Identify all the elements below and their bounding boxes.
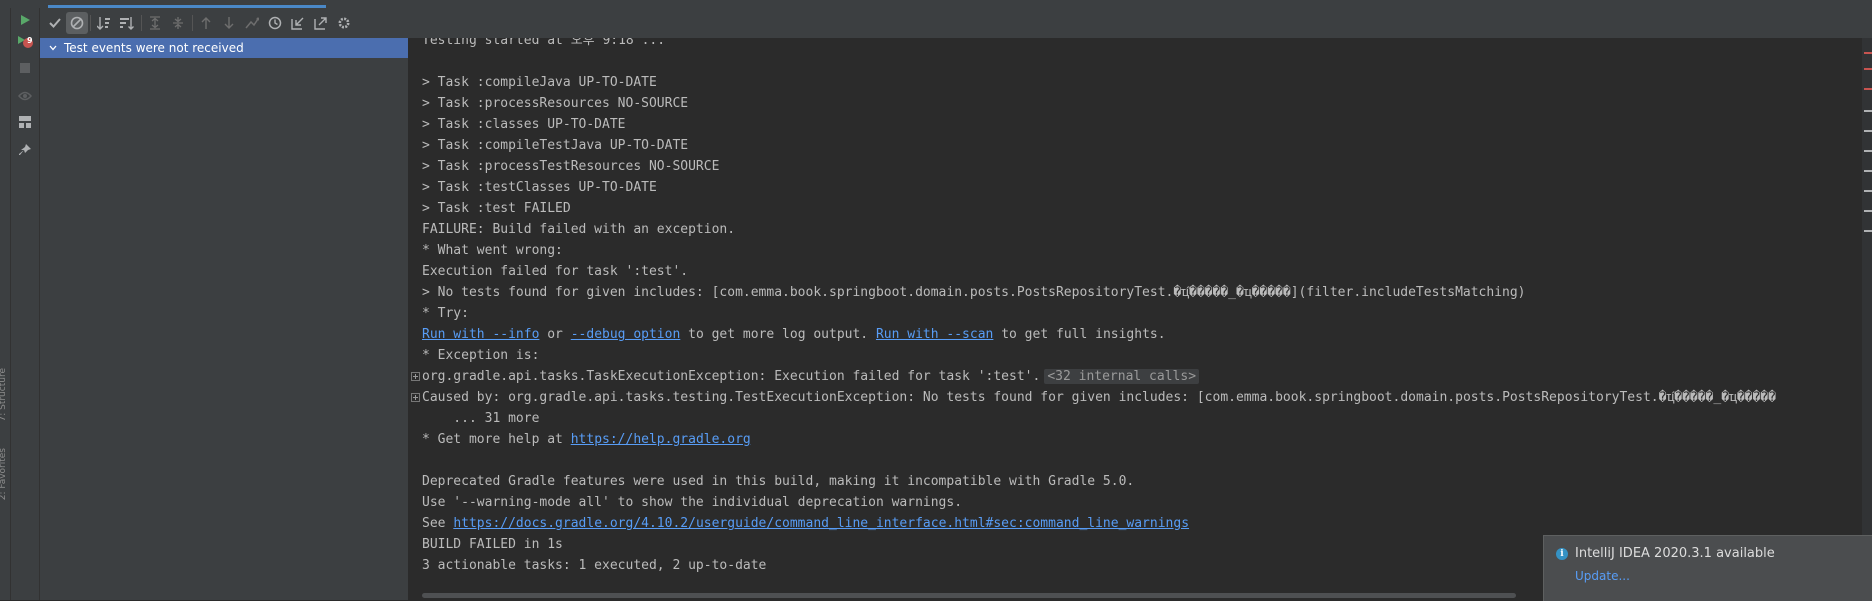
console-text: > Task :processResources NO-SOURCE [422, 96, 689, 111]
console-line: ... 31 more [422, 408, 539, 429]
console-text: * Get more help at [422, 432, 571, 447]
show-ignored-icon[interactable] [66, 12, 88, 34]
rerun-icon[interactable] [15, 10, 35, 30]
console-text: FAILURE: Build failed with an exception. [422, 222, 736, 237]
rerun-failed-icon[interactable]: 9 [15, 32, 35, 52]
update-link[interactable]: Update... [1575, 569, 1630, 583]
console-text: See [422, 516, 454, 531]
console-text: > Task :processTestResources NO-SOURCE [422, 159, 720, 174]
layout-icon[interactable] [15, 112, 35, 132]
sort-alphabetically-icon[interactable] [93, 12, 115, 34]
console-text: * What went wrong: [422, 243, 563, 258]
import-tests-icon[interactable] [241, 12, 263, 34]
next-failed-icon[interactable] [218, 12, 240, 34]
tree-root-node[interactable]: Test events were not received [40, 38, 408, 58]
console-text: or [539, 327, 571, 342]
console-text: org.gradle.api.tasks.TaskExecutionExcept… [422, 369, 1041, 384]
fold-expand-icon[interactable] [411, 393, 420, 402]
sort-by-duration-icon[interactable] [116, 12, 138, 34]
console-line: See https://docs.gradle.org/4.10.2/userg… [422, 513, 1189, 534]
console-link[interactable]: --debug option [571, 327, 681, 342]
console-line: * What went wrong: [422, 240, 563, 261]
console-line: > Task :classes UP-TO-DATE [422, 114, 626, 135]
console-line: BUILD FAILED in 1s [422, 534, 563, 555]
console-line: > Task :processResources NO-SOURCE [422, 93, 688, 114]
console-line: > Task :compileJava UP-TO-DATE [422, 72, 657, 93]
stop-icon[interactable] [15, 58, 35, 78]
console-text: > No tests found for given includes: [co… [422, 285, 1526, 300]
console-line: Caused by: org.gradle.api.tasks.testing.… [411, 387, 1776, 408]
console-text: to get more log output. [680, 327, 876, 342]
console-text: BUILD FAILED in 1s [422, 537, 563, 552]
editor-tab-strip [0, 0, 1872, 8]
console-line: > No tests found for given includes: [co… [422, 282, 1526, 303]
console-text: Testing started at 오후 9:18 ... [422, 38, 666, 48]
console-text: > Task :test FAILED [422, 201, 571, 216]
update-notification[interactable]: i IntelliJ IDEA 2020.3.1 available Updat… [1543, 535, 1872, 601]
console-text: > Task :testClasses UP-TO-DATE [422, 180, 657, 195]
collapse-all-icon[interactable] [167, 12, 189, 34]
show-passed-icon[interactable] [44, 12, 66, 34]
console-link[interactable]: https://help.gradle.org [571, 432, 751, 447]
console-text: * Exception is: [422, 348, 540, 363]
console-link[interactable]: https://docs.gradle.org/4.10.2/userguide… [453, 516, 1189, 531]
console-text: to get full insights. [993, 327, 1166, 342]
console-line: * Get more help at https://help.gradle.o… [422, 429, 751, 450]
console-horizontal-scrollbar[interactable] [422, 593, 1516, 598]
console-link[interactable]: Run with --info [422, 327, 539, 342]
internal-calls-badge[interactable]: <32 internal calls> [1044, 369, 1200, 384]
console-text: Deprecated Gradle features were used in … [422, 474, 1135, 489]
console-line: Testing started at 오후 9:18 ... [422, 38, 665, 51]
console-text: > Task :compileTestJava UP-TO-DATE [422, 138, 689, 153]
console-line: Deprecated Gradle features were used in … [422, 471, 1134, 492]
settings-icon[interactable] [333, 12, 355, 34]
console-text: 3 actionable tasks: 1 executed, 2 up-to-… [422, 558, 767, 573]
console-output[interactable]: Testing started at 오후 9:18 ... > Task :co… [409, 38, 1862, 600]
left-tool-window-bar: 7: Structure 2: Favorites [0, 8, 11, 600]
console-text: > Task :compileJava UP-TO-DATE [422, 75, 657, 90]
failed-count-badge: 9 [27, 36, 33, 45]
console-line: * Exception is: [422, 345, 539, 366]
console-line: Use '--warning-mode all' to show the ind… [422, 492, 962, 513]
pin-icon[interactable] [15, 140, 35, 160]
console-text: Caused by: org.gradle.api.tasks.testing.… [422, 390, 1776, 405]
fold-expand-icon[interactable] [411, 372, 420, 381]
console-text: * Try: [422, 306, 469, 321]
error-stripe[interactable] [1862, 38, 1872, 600]
test-runner-toolbar [40, 8, 1872, 39]
info-icon: i [1556, 548, 1568, 560]
console-line: * Try: [422, 303, 469, 324]
console-line: > Task :compileTestJava UP-TO-DATE [422, 135, 688, 156]
test-results-tree: Test events were not received [40, 38, 409, 600]
run-vertical-toolbar: 9 [11, 8, 40, 600]
import-results-icon[interactable] [287, 12, 309, 34]
console-text: ... 31 more [422, 411, 540, 426]
console-text: > Task :classes UP-TO-DATE [422, 117, 626, 132]
tree-root-label: Test events were not received [64, 41, 244, 55]
test-history-icon[interactable] [264, 12, 286, 34]
console-line: > Task :processTestResources NO-SOURCE [422, 156, 719, 177]
console-line: FAILURE: Build failed with an exception. [422, 219, 735, 240]
console-link[interactable]: Run with --scan [876, 327, 993, 342]
console-line: Execution failed for task ':test'. [422, 261, 688, 282]
favorites-tool-tab[interactable]: 2: Favorites [0, 448, 8, 500]
console-text: Use '--warning-mode all' to show the ind… [422, 495, 963, 510]
eye-icon[interactable] [15, 86, 35, 106]
notification-title: IntelliJ IDEA 2020.3.1 available [1575, 546, 1775, 561]
console-line: org.gradle.api.tasks.TaskExecutionExcept… [411, 366, 1200, 387]
chevron-down-icon[interactable] [46, 45, 60, 51]
console-text: Execution failed for task ':test'. [422, 264, 689, 279]
console-line: > Task :test FAILED [422, 198, 571, 219]
previous-failed-icon[interactable] [195, 12, 217, 34]
console-line: > Task :testClasses UP-TO-DATE [422, 177, 657, 198]
console-line: Run with --info or --debug option to get… [422, 324, 1166, 345]
expand-all-icon[interactable] [144, 12, 166, 34]
export-results-icon[interactable] [310, 12, 332, 34]
structure-tool-tab[interactable]: 7: Structure [0, 368, 8, 422]
console-line: 3 actionable tasks: 1 executed, 2 up-to-… [422, 555, 766, 576]
